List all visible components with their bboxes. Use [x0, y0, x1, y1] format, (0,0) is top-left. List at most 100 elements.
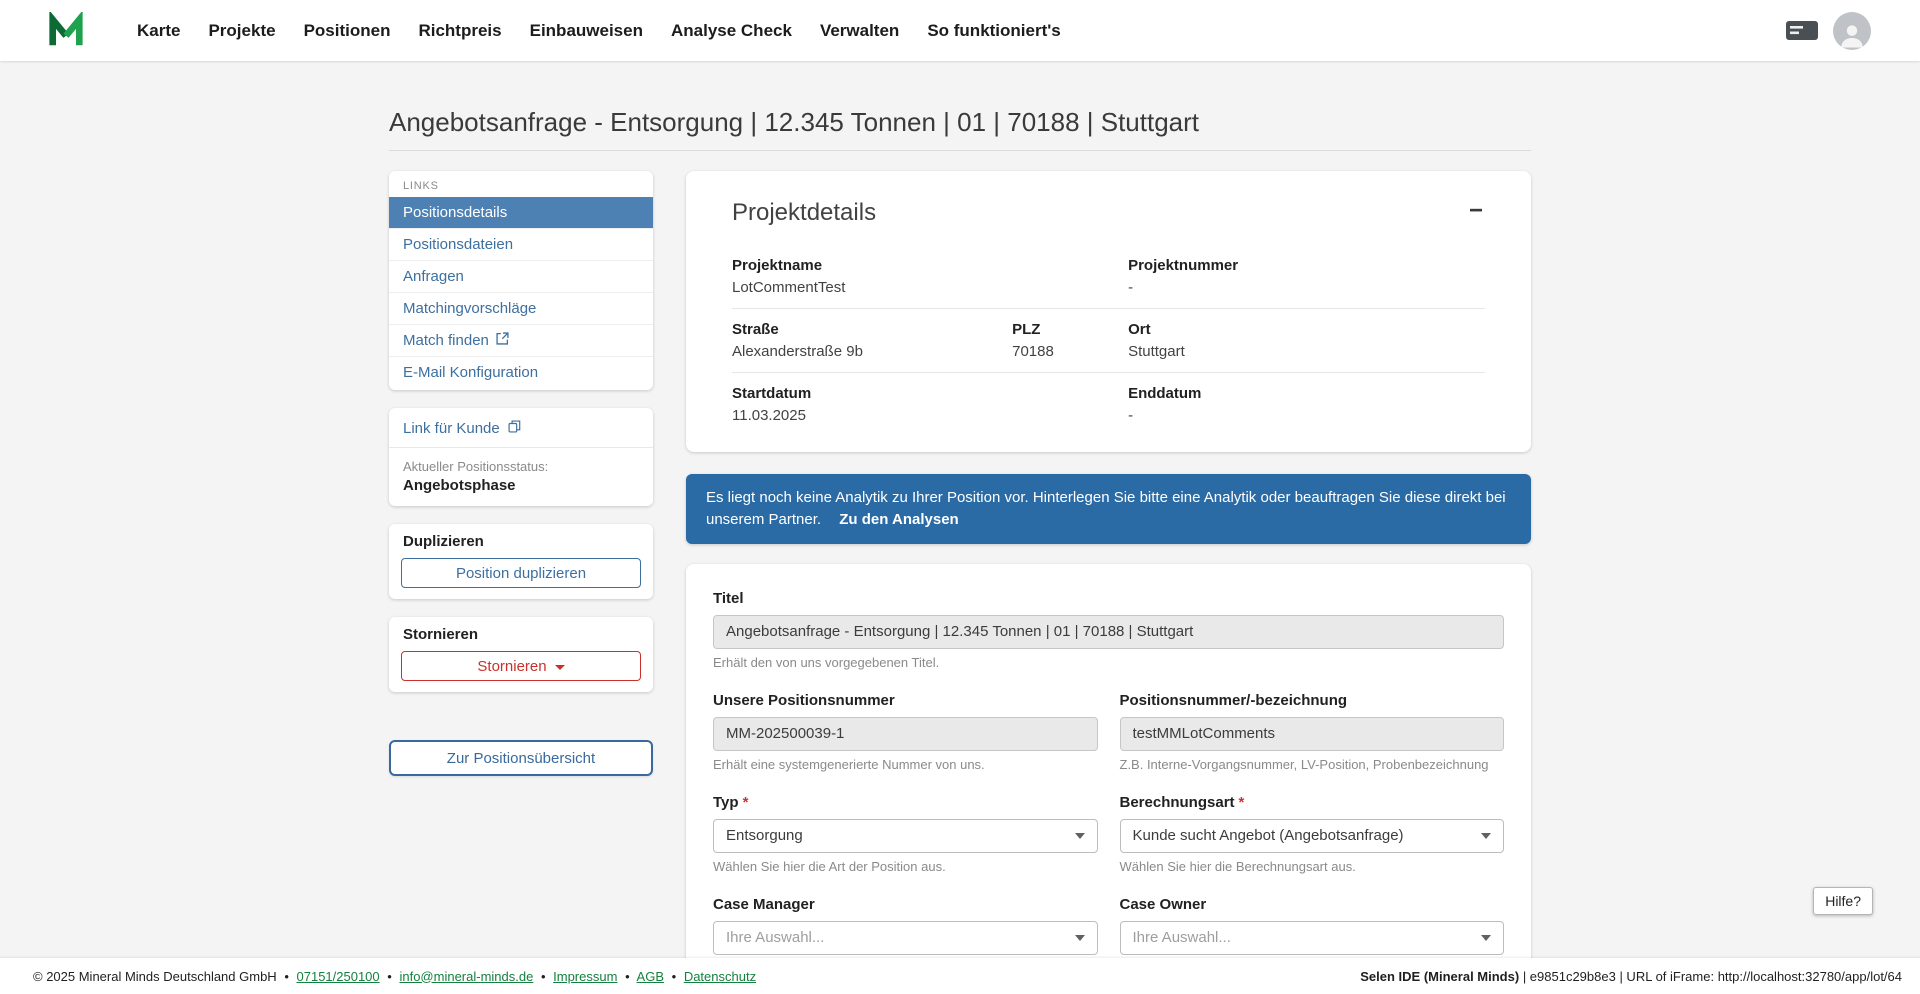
- detail-row: Startdatum 11.03.2025 Enddatum -: [732, 372, 1485, 436]
- typ-select-value: Entsorgung: [726, 827, 803, 844]
- ide-details: | e9851c29b8e3 | URL of iFrame: http://l…: [1523, 969, 1902, 984]
- status-badge: Angebotsphase: [389, 477, 653, 494]
- brand-logo[interactable]: [47, 12, 85, 50]
- detail-row: Projektname LotCommentTest Projektnummer…: [732, 245, 1485, 308]
- chevron-down-icon: [1481, 833, 1491, 839]
- positionsnummer-field: Unsere Positionsnummer Erhält eine syste…: [713, 692, 1098, 772]
- hilfe-button[interactable]: Hilfe?: [1813, 887, 1873, 915]
- footer-left: © 2025 Mineral Minds Deutschland GmbH • …: [33, 969, 756, 984]
- nav-analyse-check[interactable]: Analyse Check: [671, 21, 792, 41]
- stornieren-button[interactable]: Stornieren: [401, 651, 641, 681]
- required-asterisk: *: [743, 794, 749, 811]
- main-content: Projektdetails − Projektname LotCommentT…: [686, 171, 1531, 958]
- bezeichnung-field: Positionsnummer/-bezeichnung Z.B. Intern…: [1120, 692, 1505, 772]
- berechnungsart-select[interactable]: Kunde sucht Angebot (Angebotsanfrage): [1120, 819, 1505, 853]
- page-body: Angebotsanfrage - Entsorgung | 12.345 To…: [0, 61, 1920, 958]
- field-enddatum: Enddatum -: [1128, 385, 1485, 424]
- analytik-banner: Es liegt noch keine Analytik zu Ihrer Po…: [686, 474, 1531, 544]
- collapse-button[interactable]: −: [1467, 199, 1485, 223]
- external-link-icon: [496, 332, 509, 349]
- navbar-right: [1785, 12, 1871, 50]
- nav-richtpreis[interactable]: Richtpreis: [418, 21, 501, 41]
- titel-label: Titel: [713, 590, 1504, 607]
- user-avatar[interactable]: [1833, 12, 1871, 50]
- detail-row: Straße Alexanderstraße 9b PLZ 70188 Ort …: [732, 308, 1485, 372]
- footer-agb-link[interactable]: AGB: [637, 969, 664, 984]
- sidebar: LINKS Positionsdetails Positionsdateien …: [389, 171, 653, 776]
- case-manager-select[interactable]: Ihre Auswahl...: [713, 921, 1098, 955]
- link-fuer-kunde[interactable]: Link für Kunde: [389, 418, 653, 447]
- banner-text: Es liegt noch keine Analytik zu Ihrer Po…: [706, 489, 1506, 528]
- stornieren-heading: Stornieren: [403, 626, 639, 643]
- typ-field: Typ* Entsorgung Wählen Sie hier die Art …: [713, 794, 1098, 874]
- sidebar-item-anfragen[interactable]: Anfragen: [389, 260, 653, 292]
- nav-verwalten[interactable]: Verwalten: [820, 21, 899, 41]
- nav-so-funktionierts[interactable]: So funktioniert's: [927, 21, 1060, 41]
- berechnungsart-select-value: Kunde sucht Angebot (Angebotsanfrage): [1133, 827, 1404, 844]
- required-asterisk: *: [1239, 794, 1245, 811]
- stornieren-button-label: Stornieren: [477, 658, 546, 675]
- zur-positionsuebersicht-button[interactable]: Zur Positionsübersicht: [389, 740, 653, 776]
- projektdetails-card: Projektdetails − Projektname LotCommentT…: [686, 171, 1531, 452]
- sidebar-item-matchingvorschlaege[interactable]: Matchingvorschläge: [389, 292, 653, 324]
- bezeichnung-label: Positionsnummer/-bezeichnung: [1120, 692, 1505, 709]
- footer-impressum-link[interactable]: Impressum: [553, 969, 617, 984]
- case-manager-label: Case Manager: [713, 896, 1098, 913]
- top-navbar: Karte Projekte Positionen Richtpreis Ein…: [0, 0, 1920, 61]
- titel-helper: Erhält den von uns vorgegebenen Titel.: [713, 655, 1504, 670]
- positionsnummer-input[interactable]: [713, 717, 1098, 751]
- case-owner-field: Case Owner Ihre Auswahl...: [1120, 896, 1505, 955]
- typ-helper: Wählen Sie hier die Art der Position aus…: [713, 859, 1098, 874]
- zu-den-analysen-link[interactable]: Zu den Analysen: [839, 511, 958, 528]
- field-plz: PLZ 70188: [1012, 321, 1128, 360]
- separator-dot: •: [541, 969, 546, 984]
- footer-email-link[interactable]: info@mineral-minds.de: [399, 969, 533, 984]
- footer-phone-link[interactable]: 07151/250100: [297, 969, 380, 984]
- sidebar-item-positionsdetails[interactable]: Positionsdetails: [389, 197, 653, 228]
- device-icon[interactable]: [1785, 18, 1819, 43]
- bezeichnung-input[interactable]: [1120, 717, 1505, 751]
- nav-projekte[interactable]: Projekte: [208, 21, 275, 41]
- debug-info: Selen IDE (Mineral Minds) | e9851c29b8e3…: [1360, 969, 1902, 984]
- titel-input[interactable]: [713, 615, 1504, 649]
- sidebar-item-match-finden[interactable]: Match finden: [389, 324, 653, 356]
- case-owner-select[interactable]: Ihre Auswahl...: [1120, 921, 1505, 955]
- duplizieren-card: Duplizieren Position duplizieren: [389, 524, 653, 599]
- separator-dot: •: [284, 969, 289, 984]
- typ-select[interactable]: Entsorgung: [713, 819, 1098, 853]
- position-duplizieren-button[interactable]: Position duplizieren: [401, 558, 641, 588]
- separator-dot: •: [387, 969, 392, 984]
- berechnungsart-label: Berechnungsart*: [1120, 794, 1505, 811]
- footer-datenschutz-link[interactable]: Datenschutz: [684, 969, 756, 984]
- sidebar-item-email-konfiguration[interactable]: E-Mail Konfiguration: [389, 356, 653, 388]
- mineral-minds-logo-icon: [47, 12, 85, 50]
- berechnungsart-helper: Wählen Sie hier die Berechnungsart aus.: [1120, 859, 1505, 874]
- main-nav: Karte Projekte Positionen Richtpreis Ein…: [137, 21, 1061, 41]
- page-title: Angebotsanfrage - Entsorgung | 12.345 To…: [389, 107, 1531, 138]
- nav-positionen[interactable]: Positionen: [304, 21, 391, 41]
- position-form-card: Titel Erhält den von uns vorgegebenen Ti…: [686, 564, 1531, 959]
- field-projektnummer: Projektnummer -: [1128, 257, 1485, 296]
- links-card: LINKS Positionsdetails Positionsdateien …: [389, 171, 653, 390]
- copyright-text: © 2025 Mineral Minds Deutschland GmbH: [33, 969, 277, 984]
- separator-dot: •: [625, 969, 630, 984]
- links-header: LINKS: [389, 171, 653, 197]
- stornieren-card: Stornieren Stornieren: [389, 617, 653, 692]
- nav-karte[interactable]: Karte: [137, 21, 180, 41]
- nav-einbauweisen[interactable]: Einbauweisen: [530, 21, 643, 41]
- chevron-down-icon: [1481, 935, 1491, 941]
- field-projektname: Projektname LotCommentTest: [732, 257, 1128, 296]
- link-fuer-kunde-label: Link für Kunde: [403, 420, 500, 437]
- kunde-card: Link für Kunde Aktueller Positionsstatus…: [389, 408, 653, 506]
- berechnungsart-field: Berechnungsart* Kunde sucht Angebot (Ang…: [1120, 794, 1505, 874]
- typ-label: Typ*: [713, 794, 1098, 811]
- duplizieren-heading: Duplizieren: [403, 533, 639, 550]
- positionsnummer-helper: Erhält eine systemgenerierte Nummer von …: [713, 757, 1098, 772]
- field-startdatum: Startdatum 11.03.2025: [732, 385, 1128, 424]
- field-ort: Ort Stuttgart: [1128, 321, 1485, 360]
- field-strasse: Straße Alexanderstraße 9b: [732, 321, 1012, 360]
- sidebar-item-positionsdateien[interactable]: Positionsdateien: [389, 228, 653, 260]
- status-label: Aktueller Positionsstatus:: [389, 448, 653, 477]
- match-finden-label: Match finden: [403, 332, 489, 349]
- ide-label: Selen IDE (Mineral Minds): [1360, 969, 1519, 984]
